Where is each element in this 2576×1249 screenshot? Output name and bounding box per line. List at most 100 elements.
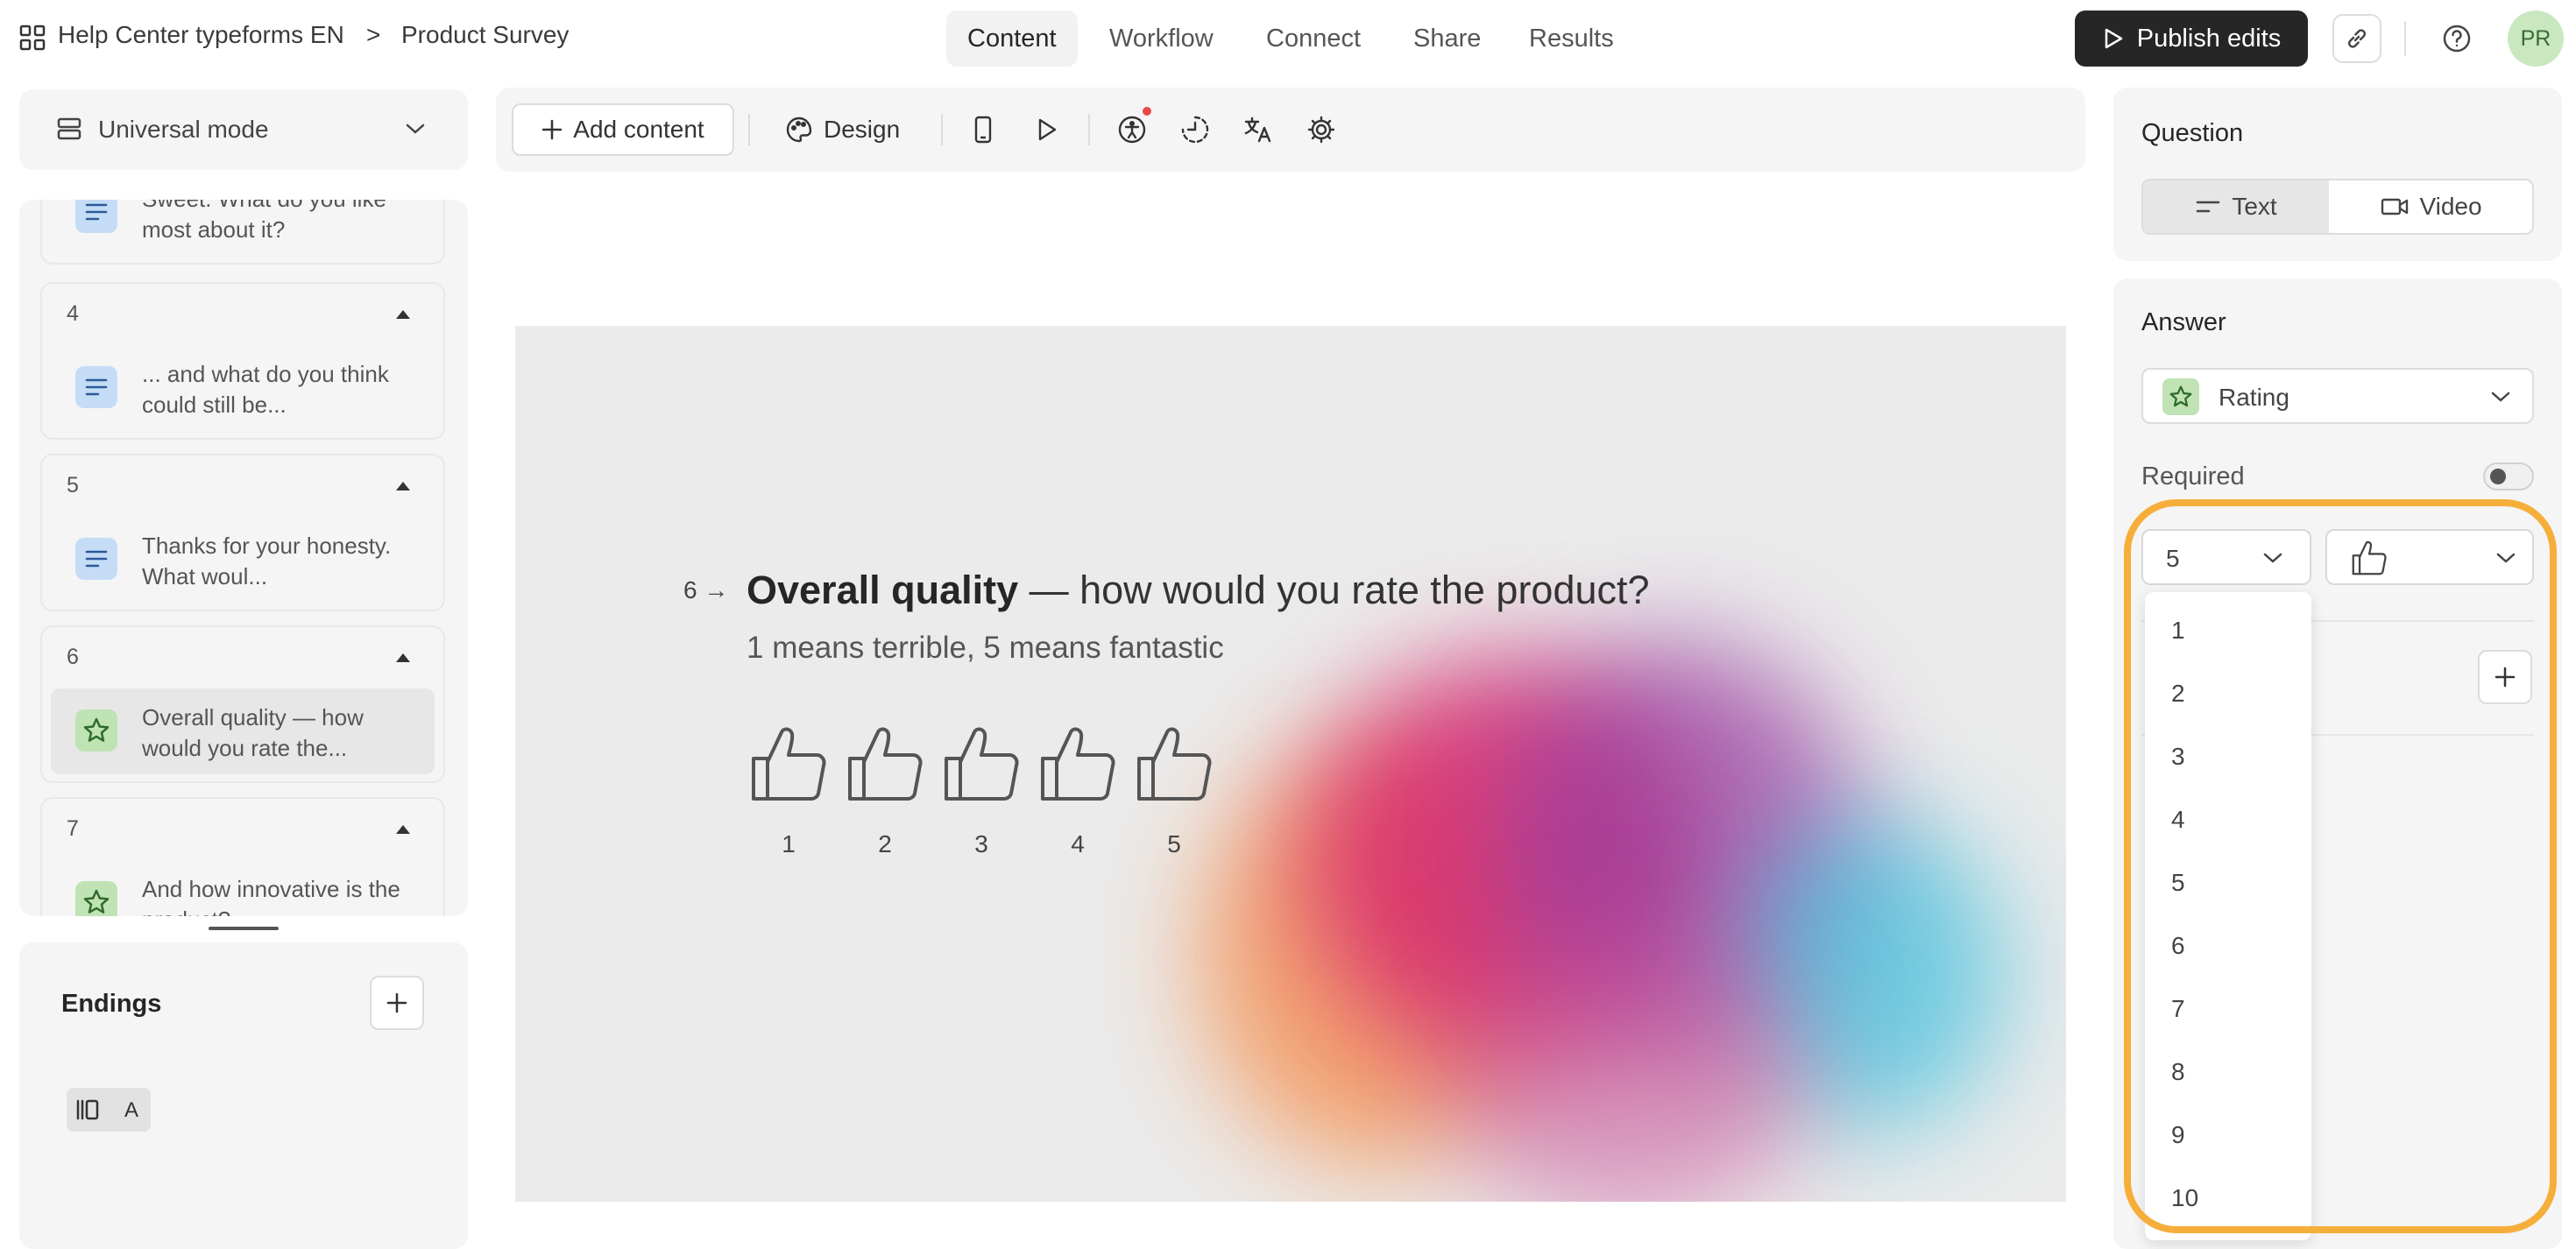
question-type-toggle: Text Video	[2141, 179, 2534, 235]
question-list: Sweet. What do you like most about it? 4…	[19, 200, 468, 916]
ending-badge: A	[124, 1098, 139, 1122]
steps-dropdown: 1 2 3 4 5 6 7 8 9 10	[2145, 592, 2311, 1240]
chevron-down-icon	[405, 123, 426, 135]
chevron-down-icon	[2262, 552, 2283, 564]
breadcrumb-form-name[interactable]: Product Survey	[401, 21, 569, 49]
text-option[interactable]: Text	[2143, 180, 2329, 233]
question-card[interactable]: 4 ... and what do you think could still …	[40, 282, 445, 440]
design-label: Design	[824, 116, 901, 143]
steps-select[interactable]: 5	[2141, 529, 2311, 585]
dropdown-option[interactable]: 4	[2171, 806, 2185, 834]
thumbs-up-icon[interactable]	[1134, 723, 1214, 804]
list-item[interactable]: Thanks for your honesty. What woul...	[51, 517, 435, 603]
dropdown-option[interactable]: 10	[2171, 1184, 2198, 1212]
thumbs-up-icon[interactable]	[1037, 723, 1118, 804]
top-bar: Help Center typeforms EN > Product Surve…	[0, 0, 2576, 79]
question-card[interactable]: Sweet. What do you like most about it?	[40, 200, 445, 265]
plus-icon	[2494, 666, 2516, 688]
resize-handle[interactable]	[209, 927, 279, 930]
dropdown-option[interactable]: 9	[2171, 1121, 2185, 1149]
design-button[interactable]: Design	[785, 103, 900, 156]
arrow-right-icon: →	[704, 576, 729, 603]
dropdown-option[interactable]: 8	[2171, 1058, 2185, 1086]
add-label-button[interactable]	[2478, 650, 2532, 704]
text-lines-icon	[75, 200, 117, 233]
dropdown-option[interactable]: 6	[2171, 932, 2185, 960]
text-lines-icon	[75, 366, 117, 408]
breadcrumb-workspace[interactable]: Help Center typeforms EN	[58, 21, 344, 49]
dropdown-option[interactable]: 1	[2171, 617, 2185, 645]
question-title-rest: — how would you rate the product?	[1018, 568, 1650, 612]
question-number: 4	[67, 301, 79, 326]
editor-toolbar: Add content Design	[496, 88, 2085, 172]
thumbs-up-icon[interactable]	[748, 723, 829, 804]
dropdown-option[interactable]: 7	[2171, 995, 2185, 1023]
dropdown-option[interactable]: 5	[2171, 869, 2185, 897]
list-item[interactable]: Sweet. What do you like most about it?	[51, 200, 435, 256]
tab-workflow[interactable]: Workflow	[1088, 11, 1235, 67]
question-number: 7	[67, 816, 79, 841]
list-item[interactable]: ... and what do you think could still be…	[51, 345, 435, 431]
tab-results[interactable]: Results	[1508, 11, 1635, 67]
text-option-label: Text	[2232, 193, 2277, 220]
question-card[interactable]: 6 Overall quality — how would you rate t…	[40, 625, 445, 783]
publish-button[interactable]: Publish edits	[2075, 11, 2308, 67]
question-card[interactable]: 5 Thanks for your honesty. What woul...	[40, 454, 445, 611]
preview-play-icon[interactable]	[1027, 110, 1065, 149]
required-toggle[interactable]	[2483, 462, 2534, 490]
chevron-down-icon	[2490, 391, 2511, 403]
logic-icon[interactable]	[1176, 110, 1214, 149]
help-icon	[2442, 24, 2472, 53]
add-content-button[interactable]: Add content	[512, 103, 734, 156]
collapse-caret-icon[interactable]	[396, 825, 410, 834]
question-card[interactable]: 7 And how innovative is the product?	[40, 797, 445, 916]
dropdown-option[interactable]: 3	[2171, 743, 2185, 771]
question-text: ... and what do you think could still be…	[142, 361, 389, 418]
plus-icon	[386, 991, 408, 1014]
question-title[interactable]: Overall quality — how would you rate the…	[747, 568, 1650, 613]
text-lines-icon	[75, 538, 117, 580]
mobile-preview-icon[interactable]	[964, 110, 1002, 149]
avatar[interactable]: PR	[2508, 11, 2564, 67]
collapse-caret-icon[interactable]	[396, 653, 410, 662]
settings-gear-icon[interactable]	[1302, 110, 1341, 149]
collapse-caret-icon[interactable]	[396, 482, 410, 490]
question-title-bold: Overall quality	[747, 568, 1019, 612]
toolbar-divider	[1088, 114, 1090, 145]
copy-link-button[interactable]	[2332, 14, 2381, 63]
apps-grid-icon[interactable]	[19, 25, 46, 51]
toolbar-divider	[748, 114, 750, 145]
list-item[interactable]: And how innovative is the product?	[51, 860, 435, 916]
dropdown-option[interactable]: 2	[2171, 680, 2185, 708]
collapse-caret-icon[interactable]	[396, 310, 410, 319]
rating-label: 3	[974, 830, 988, 857]
ending-item[interactable]: A	[67, 1088, 151, 1132]
question-description[interactable]: 1 means terrible, 5 means fantastic	[747, 631, 1224, 666]
tab-connect[interactable]: Connect	[1245, 11, 1382, 67]
answer-heading: Answer	[2141, 308, 2226, 336]
thumbs-up-icon[interactable]	[941, 723, 1022, 804]
list-item-selected[interactable]: Overall quality — how would you rate the…	[51, 688, 435, 774]
mode-select[interactable]: Universal mode	[19, 89, 468, 170]
topbar-divider	[2404, 21, 2406, 56]
translate-icon[interactable]	[1239, 110, 1277, 149]
shape-select[interactable]	[2325, 529, 2534, 585]
help-button[interactable]	[2432, 14, 2481, 63]
tab-content[interactable]: Content	[946, 11, 1078, 67]
required-label: Required	[2141, 462, 2245, 490]
video-option-label: Video	[2419, 193, 2482, 220]
add-ending-button[interactable]	[370, 976, 424, 1030]
ending-icon	[75, 1098, 100, 1121]
star-icon	[2162, 378, 2199, 415]
notification-dot	[1143, 107, 1151, 116]
tab-share[interactable]: Share	[1392, 11, 1502, 67]
thumbs-up-icon[interactable]	[845, 723, 925, 804]
question-text: Overall quality — how would you rate the…	[142, 704, 364, 761]
accessibility-icon[interactable]	[1113, 107, 1151, 149]
layout-icon	[56, 116, 82, 142]
video-option[interactable]: Video	[2331, 180, 2532, 233]
play-icon	[2102, 27, 2125, 50]
answer-type-select[interactable]: Rating	[2141, 368, 2534, 424]
rating-label: 1	[782, 830, 796, 857]
rating-label: 4	[1071, 830, 1085, 857]
